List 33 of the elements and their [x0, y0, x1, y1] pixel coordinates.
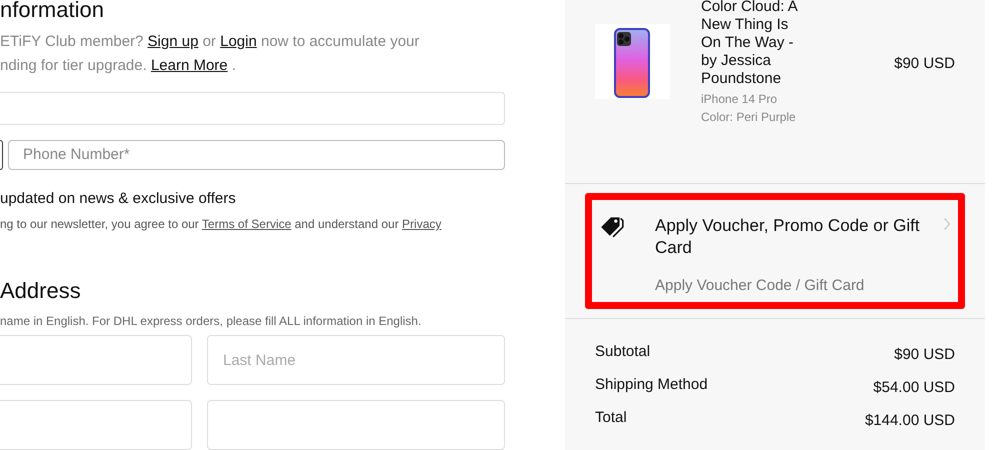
product-title: Color Cloud: A New Thing Is On The Way - by Jessica Poundstone — [701, 0, 798, 88]
voucher-title: Apply Voucher, Promo Code or Gift Card — [655, 215, 920, 259]
input-field[interactable] — [0, 400, 192, 450]
input-field[interactable] — [0, 335, 192, 385]
text-link[interactable]: Login — [220, 33, 257, 50]
product-color: Color: Peri Purple — [701, 109, 797, 126]
input-field[interactable] — [0, 92, 505, 125]
summary-value: $54.00 USD — [873, 378, 955, 398]
chevron-right-icon — [943, 217, 951, 231]
voucher-button[interactable]: Apply Voucher, Promo Code or Gift Card Apply Voucher Code / Gift Card — [585, 193, 965, 309]
summary-label: Subtotal — [595, 342, 650, 362]
legal-note: ng to our newsletter, you agree to our Terms of Service and understand our Privacy — [0, 216, 442, 232]
product-model: iPhone 14 Pro — [701, 91, 778, 108]
text-link[interactable]: Learn More — [150, 57, 228, 74]
section-heading: nformation — [0, 0, 105, 22]
text-link[interactable]: Sign up — [148, 33, 198, 50]
voucher-subtitle: Apply Voucher Code / Gift Card — [655, 277, 866, 295]
summary-label: Shipping Method — [595, 375, 708, 395]
phone-field[interactable]: Phone Number* — [8, 140, 505, 170]
country-code-field[interactable] — [0, 140, 3, 170]
product-price: $90 USD — [894, 54, 955, 74]
summary-value: $144.00 USD — [864, 410, 955, 430]
club-note: ETiFY Club member? Sign up or Login now to accumulate your — [0, 32, 420, 52]
club-note: nding for tier upgrade. Learn More . — [0, 56, 237, 76]
section-heading: Address — [0, 278, 82, 304]
summary-label: Total — [595, 408, 627, 428]
newsletter-label: updated on news & exclusive offers — [0, 190, 237, 208]
summary-value: $90 USD — [894, 344, 955, 364]
input-field[interactable] — [207, 400, 505, 450]
last-name-field[interactable]: Last Name — [207, 335, 505, 385]
text-link[interactable]: Terms of Service — [202, 217, 292, 231]
text-link[interactable]: Privacy — [402, 217, 442, 231]
address-note: name in English. For DHL express orders, please fill ALL information in English. — [0, 314, 422, 328]
